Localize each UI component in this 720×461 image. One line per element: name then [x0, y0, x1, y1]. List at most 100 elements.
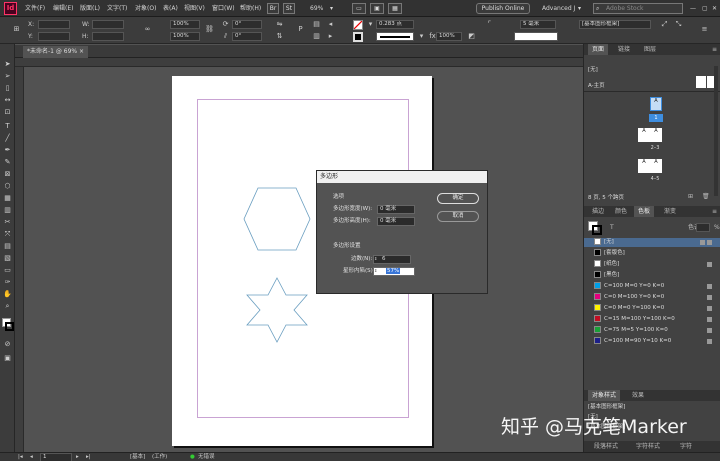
stepper-icon[interactable]: ⇕ [374, 255, 377, 263]
page-tool-icon[interactable]: ▯ [3, 84, 12, 93]
fit-content-icon[interactable]: ⤡ [674, 20, 683, 29]
select-next-icon[interactable]: ▸ [326, 32, 335, 41]
tab-color[interactable]: 颜色 [611, 206, 631, 217]
adobe-stock-search-input[interactable]: Adobe Stock [593, 3, 683, 14]
page-3-thumb[interactable]: A [650, 128, 662, 142]
cancel-button[interactable]: 取消 [437, 211, 479, 222]
line-tool-icon[interactable]: ╱ [3, 134, 12, 143]
page-number-field[interactable]: 1 [40, 453, 72, 461]
stroke-color-icon[interactable] [5, 322, 14, 331]
document-tab[interactable]: *未命名-1 @ 69% × [23, 46, 89, 58]
screen-mode-icon[interactable]: ▣ [3, 354, 12, 363]
hexagon-shape[interactable] [243, 187, 311, 251]
star-shape[interactable] [246, 277, 308, 343]
tab-character-styles[interactable]: 字符样式 [632, 441, 664, 452]
tab-effects[interactable]: 效果 [628, 390, 648, 401]
menu-help[interactable]: 帮助(H) [240, 3, 261, 14]
type-tool-icon[interactable]: T [3, 122, 12, 131]
flip-vertical-icon[interactable]: ⇅ [275, 32, 284, 41]
eyedropper-tool-icon[interactable]: ✑ [3, 278, 12, 287]
page-1-thumb[interactable]: A [650, 97, 662, 111]
tab-stroke[interactable]: 描边 [588, 206, 608, 217]
stroke-weight-field[interactable]: 0.283 点 [376, 20, 414, 29]
scale-y-field[interactable]: 100% [170, 32, 200, 41]
menu-layout[interactable]: 版面(L) [80, 3, 100, 14]
pen-tool-icon[interactable]: ✒ [3, 146, 12, 155]
chevron-down-icon[interactable]: ▾ [578, 3, 581, 14]
first-page-icon[interactable]: |◂ [18, 453, 23, 461]
chevron-down-icon[interactable]: ▾ [330, 3, 333, 14]
chevron-down-icon[interactable]: ▾ [366, 20, 375, 29]
star-inset-field[interactable]: 57% [373, 267, 415, 276]
tab-pages[interactable]: 页面 [588, 44, 609, 55]
free-transform-tool-icon[interactable]: ⤧ [3, 230, 12, 239]
tab-swatches[interactable]: 色板 [634, 206, 655, 217]
page-2-thumb[interactable]: A [638, 128, 650, 142]
select-previous-icon[interactable]: ◂ [326, 20, 335, 29]
fit-frame-icon[interactable]: ⤢ [660, 20, 669, 29]
tab-paragraph-styles[interactable]: 段落样式 [590, 441, 622, 452]
corner-size-field[interactable]: 5 毫米 [520, 20, 556, 29]
menu-object[interactable]: 对象(O) [135, 3, 156, 14]
a-master-item[interactable]: A-主页 [588, 82, 668, 91]
previous-page-icon[interactable]: ◂ [30, 453, 33, 461]
reference-point-icon[interactable]: ⊞ [12, 25, 21, 34]
zoom-level[interactable]: 69% [310, 3, 323, 14]
polygon-tool-icon[interactable]: ⬡ [3, 182, 12, 191]
maximize-button[interactable]: ▢ [702, 3, 708, 14]
master-page-thumb[interactable] [696, 76, 706, 88]
hand-tool-icon[interactable]: ✋ [3, 290, 12, 299]
stroke-type-select[interactable] [376, 32, 414, 41]
constrain-proportions-icon[interactable]: ∞ [143, 25, 152, 34]
apply-none-icon[interactable]: ⊘ [3, 340, 12, 349]
rectangle-frame-tool-icon[interactable]: ⊠ [3, 170, 12, 179]
stepper-icon[interactable]: ⇕ [374, 267, 377, 275]
preflight-status[interactable]: 无错误 [198, 453, 215, 461]
arrange-documents-icon[interactable]: ▦ [388, 3, 402, 14]
selection-tool-icon[interactable]: ➤ [3, 60, 12, 69]
menu-table[interactable]: 表(A) [163, 3, 178, 14]
fill-swatch[interactable] [353, 20, 363, 30]
menu-window[interactable]: 窗口(W) [212, 3, 235, 14]
zoom-tool-icon[interactable]: ⌕ [3, 302, 12, 311]
publish-online-button[interactable]: Publish Online [476, 3, 530, 14]
flip-horizontal-icon[interactable]: ⇋ [275, 20, 284, 29]
content-collector-icon[interactable]: ⊡ [3, 108, 12, 117]
next-page-icon[interactable]: ▸ [76, 453, 79, 461]
object-style-item[interactable]: [基本图形框架] [588, 403, 708, 412]
workspace-switcher[interactable]: Advanced J [542, 3, 575, 14]
vertical-ruler[interactable] [15, 67, 24, 452]
scale-x-field[interactable]: 100% [170, 20, 200, 29]
note-tool-icon[interactable]: ▭ [3, 266, 12, 275]
delete-page-icon[interactable]: 🗑 [698, 191, 714, 202]
menu-file[interactable]: 文件(F) [25, 3, 45, 14]
horizontal-ruler[interactable] [15, 58, 583, 67]
page-4-thumb[interactable]: A [638, 159, 650, 173]
close-button[interactable]: ✕ [712, 3, 717, 14]
polygon-height-field[interactable]: 0 毫米 [377, 217, 415, 226]
tab-links[interactable]: 链接 [614, 44, 634, 55]
bridge-button[interactable]: Br [267, 3, 279, 14]
corner-shape-select[interactable] [514, 32, 558, 41]
select-content-icon[interactable]: ▥ [312, 32, 321, 41]
direct-selection-tool-icon[interactable]: ➢ [3, 72, 12, 81]
chevron-down-icon[interactable]: ▾ [417, 32, 426, 41]
w-field[interactable] [92, 20, 124, 29]
object-style-select[interactable]: [基本图形框架] [579, 20, 651, 29]
stock-button[interactable]: St [283, 3, 295, 14]
text-color-icon[interactable]: T [606, 222, 618, 233]
tab-gradient[interactable]: 渐变 [660, 206, 680, 217]
new-page-icon[interactable]: ⊞ [684, 191, 697, 202]
rotation-field[interactable]: 0° [232, 20, 262, 29]
ok-button[interactable]: 确定 [437, 193, 479, 204]
shear-field[interactable]: 0° [232, 32, 262, 41]
select-container-icon[interactable]: ▤ [312, 20, 321, 29]
panel-menu-icon[interactable]: ≡ [708, 206, 720, 217]
last-page-icon[interactable]: ▸| [86, 453, 91, 461]
screen-mode-icon[interactable]: ▣ [370, 3, 384, 14]
menu-edit[interactable]: 编辑(E) [53, 3, 73, 14]
tab-object-styles[interactable]: 对象样式 [588, 390, 621, 401]
stroke-color-icon[interactable] [592, 225, 602, 235]
corner-options-icon[interactable]: ⌜ [485, 20, 494, 29]
polygon-width-field[interactable]: 0 毫米 [377, 205, 415, 214]
